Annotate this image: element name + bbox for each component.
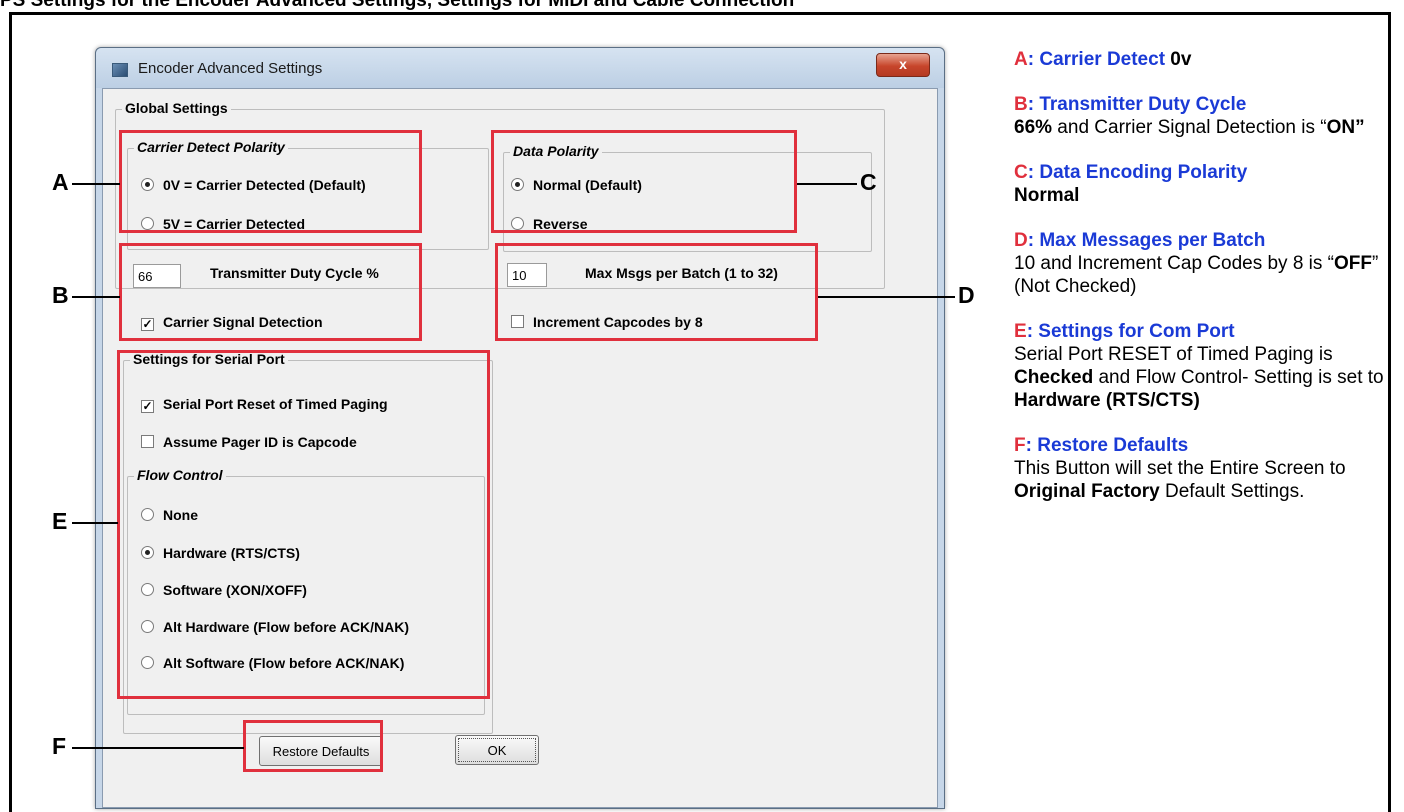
note-text: 10 and Increment Cap Codes by 8 is “ — [1014, 253, 1335, 274]
highlight-e — [117, 350, 490, 699]
note-text: Default Settings. — [1159, 481, 1305, 502]
note-value: Normal — [1014, 185, 1080, 206]
note-title: Restore Defaults — [1037, 435, 1189, 456]
global-settings-label: Global Settings — [122, 100, 231, 116]
highlight-a — [119, 130, 422, 233]
note-key: B — [1014, 94, 1028, 115]
ok-button[interactable]: OK — [455, 735, 539, 765]
callout-d-line — [818, 296, 955, 298]
app-icon — [112, 63, 128, 77]
note-on: ON” — [1326, 117, 1365, 138]
callout-e-line — [72, 522, 118, 524]
header-text: PS Settings for the Encoder Advanced Set… — [0, 0, 795, 11]
note-c: C: Data Encoding Polarity Normal — [1014, 161, 1386, 207]
highlight-f — [243, 720, 383, 772]
note-key: F — [1014, 435, 1026, 456]
note-title: Carrier Detect — [1039, 49, 1166, 70]
notes-panel: A: Carrier Detect 0v B: Transmitter Duty… — [1014, 48, 1386, 525]
note-d: D: Max Messages per Batch 10 and Increme… — [1014, 229, 1386, 298]
note-checked: Checked — [1014, 367, 1094, 388]
close-button[interactable]: x — [876, 53, 930, 77]
callout-b-line — [72, 296, 120, 298]
note-title: Transmitter Duty Cycle — [1039, 94, 1247, 115]
note-sep: : — [1027, 94, 1040, 115]
note-factory: Original Factory — [1014, 481, 1160, 502]
highlight-c — [491, 130, 797, 233]
title-bar[interactable]: Encoder Advanced Settings x — [96, 48, 944, 88]
callout-a: A — [52, 169, 69, 195]
callout-f-line — [72, 747, 244, 749]
note-title: Settings for Com Port — [1038, 321, 1235, 342]
note-text: This Button will set the Entire Screen t… — [1014, 458, 1346, 479]
note-sep: : — [1026, 321, 1039, 342]
callout-c-line — [797, 183, 857, 185]
note-value: 66% — [1014, 117, 1053, 138]
note-hardware: Hardware (RTS/CTS) — [1014, 390, 1200, 411]
note-key: A — [1014, 49, 1028, 70]
note-title: Max Messages per Batch — [1039, 230, 1266, 251]
note-key: E — [1014, 321, 1027, 342]
callout-b: B — [52, 282, 69, 308]
note-value: 0v — [1165, 49, 1192, 70]
highlight-d — [495, 243, 818, 341]
note-sep: : — [1027, 230, 1040, 251]
note-b: B: Transmitter Duty Cycle 66% and Carrie… — [1014, 93, 1386, 139]
note-key: D — [1014, 230, 1028, 251]
note-sep: : — [1025, 435, 1038, 456]
callout-a-line — [72, 183, 120, 185]
note-text: Serial Port RESET of Timed Paging is — [1014, 344, 1333, 365]
callout-f: F — [52, 733, 67, 759]
note-off: OFF — [1334, 253, 1373, 274]
note-a: A: Carrier Detect 0v — [1014, 48, 1386, 71]
note-title: Data Encoding Polarity — [1039, 162, 1248, 183]
callout-c: C — [860, 169, 877, 195]
window-title: Encoder Advanced Settings — [138, 60, 323, 77]
note-text: and Carrier Signal Detection is “ — [1052, 117, 1327, 138]
note-sep: : — [1027, 162, 1040, 183]
note-key: C — [1014, 162, 1028, 183]
note-e: E: Settings for Com Port Serial Port RES… — [1014, 320, 1386, 412]
callout-e: E — [52, 508, 68, 534]
note-text: and Flow Control- Setting is set to — [1093, 367, 1384, 388]
callout-d: D — [958, 282, 975, 308]
note-f: F: Restore Defaults This Button will set… — [1014, 434, 1386, 503]
note-sep: : — [1027, 49, 1040, 70]
highlight-b — [119, 243, 422, 341]
